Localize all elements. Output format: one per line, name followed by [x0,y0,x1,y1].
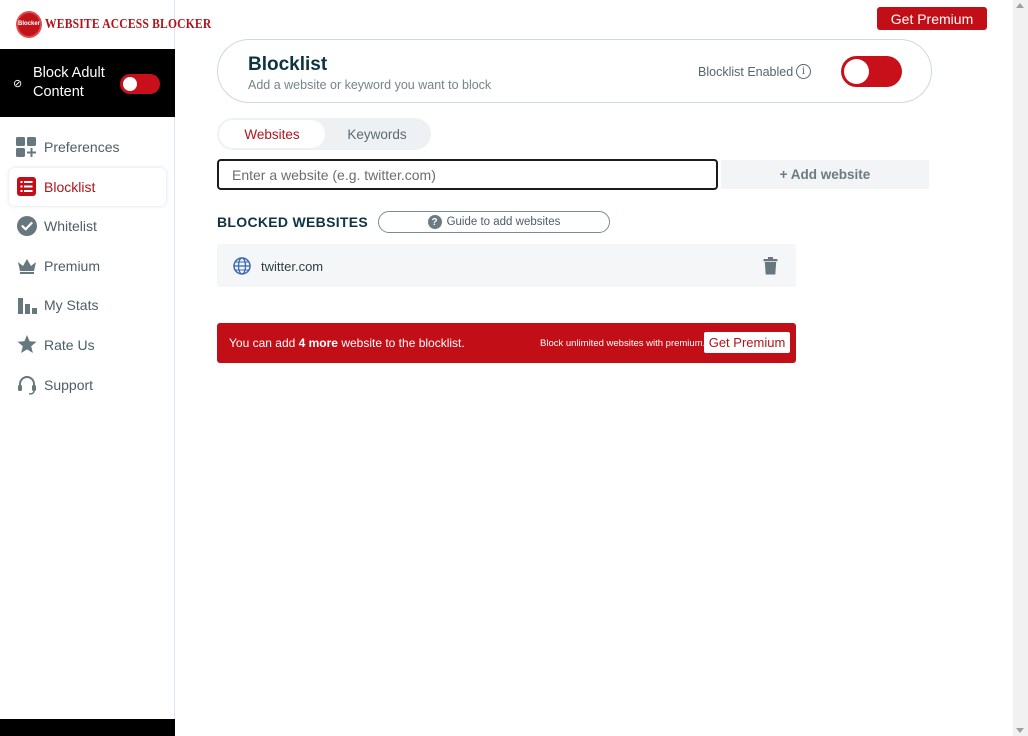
globe-icon [233,257,251,275]
sidebar-item-support[interactable]: Support [9,366,166,404]
sidebar-item-label: Preferences [44,139,120,155]
bar-chart-icon [16,295,37,316]
blocklist-tabs: Websites Keywords [217,118,431,150]
tab-keywords[interactable]: Keywords [325,120,429,148]
sidebar-item-whitelist[interactable]: Whitelist [9,207,166,245]
app-logo: Blocker WEBSITE ACCESS BLOCKER [0,0,211,48]
headset-icon [16,374,37,395]
preferences-icon [16,136,37,158]
scroll-down-icon[interactable] [1016,728,1024,733]
limit-banner: You can add 4 more website to the blockl… [217,323,796,363]
add-website-button[interactable]: + Add website [721,160,929,189]
blocklist-enabled-label: Blocklist Enabled [698,65,794,79]
blocklist-header-card: Blocklist Add a website or keyword you w… [217,39,932,103]
block-icon: ⊘ [13,77,23,90]
limit-upsell-text: Block unlimited websites with premium. [540,338,706,349]
website-input[interactable] [217,159,718,190]
sidebar-item-label: My Stats [44,297,99,314]
blocked-site-name: twitter.com [261,259,324,274]
info-icon[interactable]: i [796,64,811,79]
logo-badge-icon: Blocker [16,10,43,38]
list-item: twitter.com [217,244,796,287]
sidebar-item-label: Blocklist [44,178,96,195]
tab-websites[interactable]: Websites [219,120,325,148]
scrollbar[interactable] [1013,0,1028,736]
guide-label: Guide to add websites [446,216,561,228]
limit-message: You can add 4 more website to the blockl… [229,336,465,350]
get-premium-button[interactable]: Get Premium [877,7,987,30]
limit-count: 4 more [298,336,338,350]
star-icon [16,334,37,355]
logo-badge-text: Blocker [18,21,41,27]
sidebar-item-label: Whitelist [44,218,97,235]
sidebar-item-label: Rate Us [44,336,95,353]
app-window: Blocker WEBSITE ACCESS BLOCKER ⊘ Block A… [0,0,1028,736]
blocklist-enabled-toggle[interactable] [841,56,902,87]
crown-icon [16,255,37,276]
sidebar-item-rate-us[interactable]: Rate Us [9,326,166,364]
page-subtitle: Add a website or keyword you want to blo… [248,78,492,92]
sidebar-item-label: Support [44,376,94,393]
sidebar-footer-bar [0,719,175,736]
block-adult-content-label: Block Adult Content [33,65,105,100]
block-adult-content-toggle[interactable] [120,74,160,94]
sidebar-item-label: Premium [44,257,101,274]
help-icon: ? [427,215,442,229]
sidebar-item-my-stats[interactable]: My Stats [9,286,166,324]
sidebar-nav: Preferences Blocklist Whitelist Premium [0,128,175,405]
toggle-knob [844,59,869,84]
list-icon [16,176,37,197]
check-circle-icon [16,216,37,237]
limit-get-premium-button[interactable]: Get Premium [704,332,790,353]
block-adult-content-panel: ⊘ Block Adult Content [0,49,175,117]
sidebar-item-preferences[interactable]: Preferences [9,128,166,166]
limit-prefix: You can add [229,336,299,350]
trash-icon[interactable] [763,257,778,275]
sidebar-item-premium[interactable]: Premium [9,247,166,285]
guide-to-add-websites-button[interactable]: ? Guide to add websites [378,211,610,233]
limit-suffix: website to the blocklist. [337,336,465,350]
toggle-knob [123,77,137,91]
sidebar-item-blocklist[interactable]: Blocklist [9,167,166,206]
blocked-websites-heading: BLOCKED WEBSITES [217,214,369,230]
logo-title: WEBSITE ACCESS BLOCKER [45,16,212,31]
sidebar: Blocker WEBSITE ACCESS BLOCKER ⊘ Block A… [0,0,211,736]
page-title: Blocklist [248,54,328,75]
scroll-up-icon[interactable] [1016,3,1024,8]
